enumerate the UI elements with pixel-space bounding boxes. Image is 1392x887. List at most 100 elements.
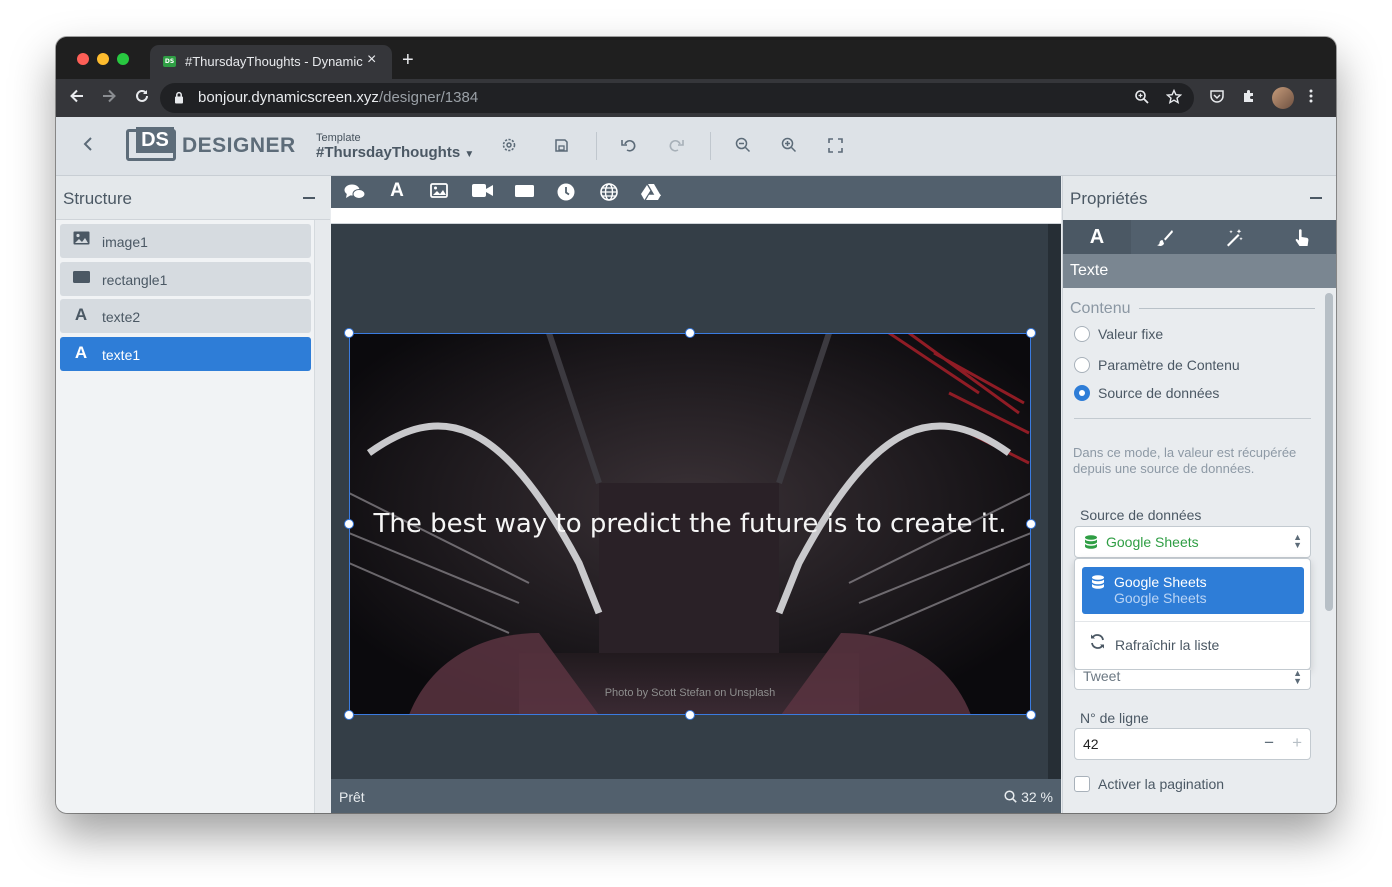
image-icon[interactable] <box>428 183 450 203</box>
extensions-icon[interactable] <box>1241 88 1257 108</box>
clock-icon[interactable] <box>555 183 577 206</box>
text-tab-icon[interactable]: A <box>1063 220 1131 254</box>
comments-icon[interactable] <box>344 183 366 206</box>
star-icon[interactable] <box>1165 88 1183 109</box>
radio-valeur-fixe[interactable] <box>1074 326 1090 342</box>
maximize-window-button[interactable] <box>117 53 129 65</box>
back-chevron-icon[interactable] <box>81 133 95 161</box>
structure-scrollbar[interactable] <box>314 220 330 813</box>
resize-handle-s[interactable] <box>685 710 695 720</box>
radio-label-parametre-contenu[interactable]: Paramètre de Contenu <box>1098 357 1240 373</box>
increment-button[interactable]: + <box>1292 733 1302 753</box>
option-title: Google Sheets <box>1114 574 1207 590</box>
pagination-label[interactable]: Activer la pagination <box>1098 776 1224 792</box>
back-arrow-icon[interactable] <box>66 87 88 109</box>
close-tab-icon[interactable]: × <box>367 51 376 69</box>
radio-parametre-contenu[interactable] <box>1074 357 1090 373</box>
header-divider <box>596 132 597 160</box>
source-label: Source de données <box>1080 507 1202 523</box>
row-number-value[interactable]: 42 <box>1083 736 1099 752</box>
help-text: Dans ce mode, la valeur est récupérée de… <box>1073 445 1297 476</box>
selection-box[interactable] <box>349 333 1031 715</box>
drive-icon[interactable] <box>640 183 662 206</box>
globe-icon[interactable] <box>598 183 620 206</box>
column-select[interactable]: Tweet ▲ ▼ <box>1074 670 1311 690</box>
decrement-button[interactable]: − <box>1264 733 1274 753</box>
properties-scrollbar-thumb[interactable] <box>1325 293 1333 611</box>
structure-item-label: image1 <box>102 234 148 250</box>
minimize-window-button[interactable] <box>97 53 109 65</box>
select-arrows-icon: ▲ ▼ <box>1293 670 1302 686</box>
row-number-input[interactable]: 42 − + <box>1074 728 1311 760</box>
video-icon[interactable] <box>471 183 493 203</box>
pagination-checkbox[interactable] <box>1074 776 1090 792</box>
radio-label-valeur-fixe[interactable]: Valeur fixe <box>1098 326 1163 342</box>
tab-title: #ThursdayThoughts - Dynamic <box>185 54 363 69</box>
collapse-properties-button[interactable] <box>1310 197 1322 199</box>
pointer-tab-icon[interactable] <box>1268 220 1336 254</box>
fullscreen-icon[interactable] <box>828 137 843 158</box>
canvas-stage[interactable]: The best way to predict the future is to… <box>331 224 1061 779</box>
option-subtitle: Google Sheets <box>1114 590 1207 606</box>
text-icon[interactable]: A <box>386 180 408 202</box>
magic-wand-tab-icon[interactable] <box>1200 220 1268 254</box>
pocket-icon[interactable] <box>1209 88 1225 108</box>
structure-item-texte2[interactable]: A texte2 <box>60 299 311 333</box>
zoom-in-icon[interactable] <box>781 137 797 158</box>
redo-icon[interactable] <box>667 137 684 158</box>
resize-handle-se[interactable] <box>1026 710 1036 720</box>
zoom-level[interactable]: 32 % <box>1004 789 1053 805</box>
refresh-list-option[interactable]: Rafraîchir la liste <box>1115 637 1219 653</box>
address-bar[interactable]: bonjour.dynamicscreen.xyz/designer/1384 <box>160 83 1194 113</box>
radio-source-donnees[interactable] <box>1074 385 1090 401</box>
designer-app: DS DESIGNER Template #ThursdayThoughts ▼ <box>56 117 1336 813</box>
rectangle-icon[interactable] <box>513 183 535 203</box>
settings-gear-icon[interactable] <box>501 137 517 158</box>
brush-tab-icon[interactable] <box>1131 220 1199 254</box>
new-tab-icon[interactable]: + <box>402 50 414 70</box>
structure-item-image1[interactable]: image1 <box>60 224 311 258</box>
structure-item-rectangle1[interactable]: rectangle1 <box>60 262 311 296</box>
url-text[interactable]: bonjour.dynamicscreen.xyz/designer/1384 <box>198 89 478 106</box>
save-icon[interactable] <box>554 137 569 158</box>
undo-icon[interactable] <box>621 137 638 158</box>
resize-handle-nw[interactable] <box>344 328 354 338</box>
zoom-value: 32 % <box>1021 789 1053 805</box>
rectangle-icon <box>72 269 90 287</box>
canvas-scrollbar[interactable] <box>1048 224 1061 779</box>
resize-handle-n[interactable] <box>685 328 695 338</box>
source-dropdown: Google Sheets Google Sheets Rafraîchir l… <box>1074 558 1311 670</box>
radio-label-source-donnees[interactable]: Source de données <box>1098 385 1219 401</box>
source-select[interactable]: Google Sheets ▲ ▼ <box>1074 526 1311 558</box>
contenu-legend: Contenu <box>1070 300 1135 318</box>
select-arrows-icon: ▲ ▼ <box>1293 532 1302 550</box>
forward-arrow-icon[interactable] <box>98 87 120 109</box>
logo-mark: DS <box>136 127 174 153</box>
zoom-icon[interactable] <box>1134 89 1150 109</box>
collapse-structure-button[interactable] <box>303 197 315 199</box>
close-window-button[interactable] <box>77 53 89 65</box>
reload-icon[interactable] <box>131 87 153 109</box>
canvas-area: A The best way to predict the future is … <box>331 176 1061 813</box>
kebab-menu-icon[interactable] <box>1308 88 1314 108</box>
template-label: Template <box>316 132 361 144</box>
fieldset-line <box>1139 308 1315 309</box>
properties-panel-header: Propriétés <box>1063 176 1336 220</box>
zoom-out-icon[interactable] <box>735 137 751 158</box>
app-header: DS DESIGNER Template #ThursdayThoughts ▼ <box>56 117 1336 176</box>
resize-handle-ne[interactable] <box>1026 328 1036 338</box>
browser-tab[interactable]: DS #ThursdayThoughts - Dynamic × <box>150 45 392 79</box>
properties-title: Propriétés <box>1070 189 1148 208</box>
section-header-texte: Texte <box>1063 254 1336 288</box>
resize-handle-w[interactable] <box>344 519 354 529</box>
refresh-icon <box>1089 633 1106 655</box>
structure-item-texte1[interactable]: A texte1 <box>60 337 311 371</box>
database-icon <box>1092 575 1104 589</box>
profile-avatar[interactable] <box>1272 87 1294 109</box>
properties-tabs: A <box>1063 220 1336 254</box>
dropdown-option-google-sheets[interactable]: Google Sheets Google Sheets <box>1082 567 1304 614</box>
properties-body: Contenu Valeur fixe Paramètre de Contenu… <box>1063 288 1336 813</box>
resize-handle-e[interactable] <box>1026 519 1036 529</box>
resize-handle-sw[interactable] <box>344 710 354 720</box>
template-selector[interactable]: #ThursdayThoughts ▼ <box>316 144 474 161</box>
